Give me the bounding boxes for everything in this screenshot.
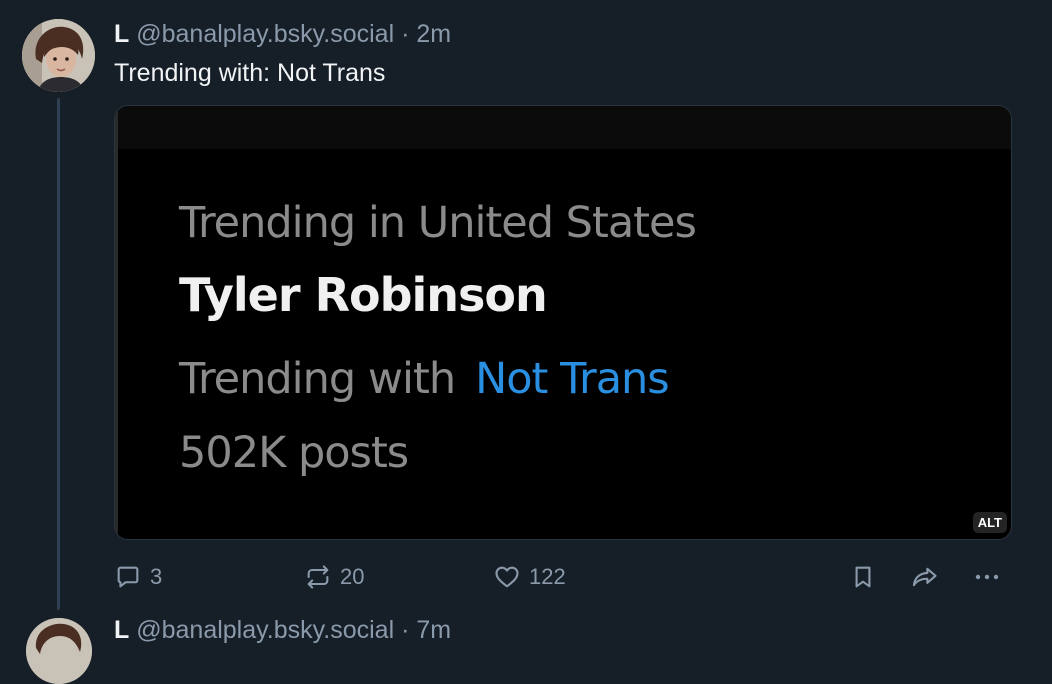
trend-context: Trending in United States — [179, 198, 697, 248]
header-separator: · — [401, 20, 410, 48]
thread-line — [57, 98, 60, 610]
like-count: 122 — [529, 564, 566, 589]
next-post-header: L @banalplay.bsky.social · 7m — [114, 615, 451, 645]
avatar[interactable] — [22, 19, 95, 92]
reply-icon — [117, 566, 139, 588]
image-top-bar — [115, 106, 1011, 149]
repost-icon — [307, 565, 329, 589]
next-post-avatar[interactable] — [26, 618, 92, 684]
reply-count: 3 — [150, 564, 163, 589]
author-name[interactable]: L — [114, 20, 129, 48]
next-header-separator: · — [401, 616, 410, 644]
next-author-handle[interactable]: @banalplay.bsky.social — [136, 616, 394, 644]
more-icon — [975, 574, 999, 580]
share-button[interactable] — [909, 560, 941, 594]
next-post-timestamp[interactable]: 7m — [416, 616, 451, 644]
repost-count: 20 — [340, 564, 365, 589]
avatar-image — [22, 19, 95, 92]
heart-icon — [495, 566, 519, 588]
post-text: Trending with: Not Trans — [114, 59, 386, 87]
image-left-edge — [115, 106, 118, 539]
repost-button[interactable]: 20 — [304, 560, 364, 594]
share-icon — [912, 567, 937, 587]
like-button[interactable]: 122 — [493, 560, 566, 594]
trend-with-line: Trending with Not Trans — [179, 354, 670, 404]
alt-badge[interactable]: ALT — [972, 512, 1007, 533]
reply-button[interactable]: 3 — [114, 560, 162, 594]
next-avatar-image — [26, 618, 92, 684]
trend-with-value: Not Trans — [475, 354, 670, 404]
trend-post-count: 502K posts — [179, 428, 409, 478]
next-author-name[interactable]: L — [114, 616, 129, 644]
post-timestamp[interactable]: 2m — [416, 20, 451, 48]
action-bar: 3 20 122 — [114, 560, 1012, 594]
trend-with-label: Trending with — [179, 354, 456, 404]
more-options-button[interactable] — [972, 560, 1002, 594]
trend-topic: Tyler Robinson — [179, 268, 548, 322]
post-header: L @banalplay.bsky.social · 2m — [114, 19, 451, 49]
image-embed[interactable]: Trending in United States Tyler Robinson… — [114, 105, 1012, 540]
bookmark-icon — [855, 566, 871, 588]
author-handle[interactable]: @banalplay.bsky.social — [136, 20, 394, 48]
bookmark-button[interactable] — [849, 560, 877, 594]
